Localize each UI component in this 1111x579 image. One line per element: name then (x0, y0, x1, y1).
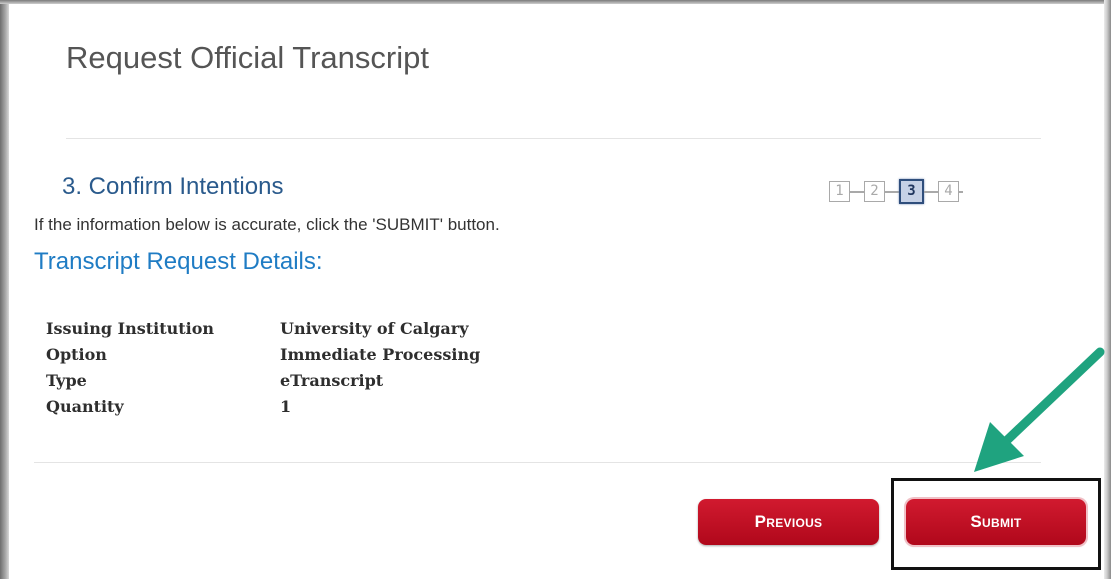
detail-value: Immediate Processing (280, 345, 481, 364)
submit-button-highlight (891, 478, 1101, 570)
step-4-indicator: 4 (938, 181, 959, 202)
details-table: Issuing Institution University of Calgar… (46, 316, 480, 420)
detail-label: Option (46, 345, 107, 364)
actions-divider (34, 462, 1041, 463)
detail-value: 1 (280, 397, 292, 416)
step-2-indicator: 2 (864, 181, 885, 202)
detail-label: Type (46, 371, 87, 390)
detail-row-option: Option Immediate Processing (46, 342, 480, 368)
detail-label: Issuing Institution (46, 319, 214, 338)
detail-row-quantity: Quantity 1 (46, 394, 480, 420)
step-progress-indicator: 1 2 3 4 (829, 179, 963, 204)
detail-value: eTranscript (280, 371, 384, 390)
step-1-indicator: 1 (829, 181, 850, 202)
instruction-text: If the information below is accurate, cl… (34, 215, 500, 234)
step-connector (850, 190, 864, 193)
window-frame-right (1104, 0, 1111, 579)
page-title: Request Official Transcript (66, 40, 429, 75)
step-title: 3. Confirm Intentions (62, 173, 284, 200)
detail-label: Quantity (46, 397, 124, 416)
title-divider (66, 138, 1041, 139)
step-connector (924, 190, 938, 193)
step-3-indicator-current: 3 (899, 179, 924, 204)
detail-row-type: Type eTranscript (46, 368, 480, 394)
window-frame-top (0, 0, 1111, 4)
detail-row-institution: Issuing Institution University of Calgar… (46, 316, 480, 342)
detail-value: University of Calgary (280, 319, 469, 338)
step-connector (885, 190, 899, 193)
details-heading: Transcript Request Details: (34, 248, 323, 275)
window-frame-left (0, 0, 9, 579)
previous-button[interactable]: Previous (698, 499, 879, 545)
arrow-down-left-icon (974, 347, 1105, 472)
step-connector (959, 190, 963, 193)
